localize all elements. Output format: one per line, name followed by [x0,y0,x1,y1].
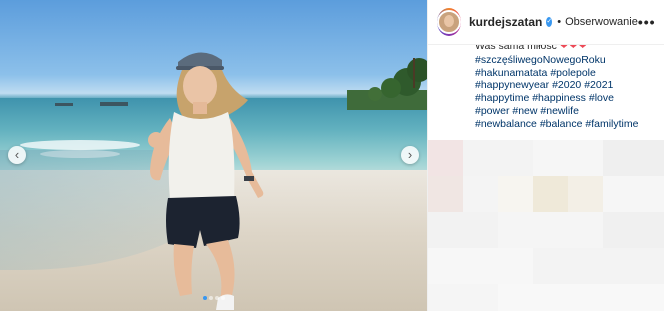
carousel-dots [0,287,427,305]
hashtag-line: #newbalance #balance #familytime [475,118,660,131]
hashtag-link[interactable]: #2020 [552,79,581,91]
hashtag-link[interactable]: #2021 [584,79,613,91]
hashtag-line: #happytime #happiness #love [475,92,660,105]
carousel-dot [214,296,219,300]
hashtag-line: #power #new #newlife [475,105,660,118]
hashtag-link[interactable]: #szczęśliwegoNowegoRoku [475,54,606,66]
more-options-icon[interactable]: ••• [638,14,656,30]
post-photo[interactable]: ‹ › [0,0,427,311]
hashtag-link[interactable]: #polepole [550,67,596,79]
next-image-button[interactable]: › [401,146,419,164]
carousel-dot [208,296,213,300]
hashtag-line: #szczęśliwegoNowegoRoku [475,54,660,67]
running-woman [148,52,264,310]
hashtag-list: #szczęśliwegoNowegoRoku #hakunamatata #po… [475,54,660,131]
separator-dot: • [557,16,562,28]
post-sidebar: kurdejszatan ✓ • Obserwowanie ••• Was sa… [427,0,664,311]
palm-trees [347,58,427,110]
hashtag-link[interactable]: #happiness [532,92,586,104]
hashtag-link[interactable]: #hakunamatata [475,67,547,79]
hashtag-link[interactable]: #new [512,105,537,117]
carousel-dot [202,296,207,300]
hashtag-link[interactable]: #power [475,105,509,117]
post-header: kurdejszatan ✓ • Obserwowanie ••• [428,0,664,45]
hashtag-link[interactable]: #newbalance [475,118,537,130]
hashtag-link[interactable]: #balance [540,118,583,130]
hashtag-link[interactable]: #newlife [540,105,579,117]
avatar[interactable] [437,8,461,36]
following-button[interactable]: Obserwowanie [565,16,638,28]
hashtag-link[interactable]: #love [589,92,614,104]
post-caption: Was sama miłość ❤❤❤ #szczęśliwegoNowegoR… [475,40,660,131]
username-link[interactable]: kurdejszatan [469,15,542,29]
hashtag-link[interactable]: #happytime [475,92,529,104]
avatar-image [437,10,461,34]
previous-image-button[interactable]: ‹ [8,146,26,164]
hashtag-line: #hakunamatata #polepole [475,67,660,80]
hashtag-link[interactable]: #happynewyear [475,79,549,91]
wave-foam [20,140,140,150]
hashtag-link[interactable]: #familytime [585,118,638,130]
carousel-dot [220,296,225,300]
blurred-comments [428,140,664,311]
hashtag-line: #happynewyear #2020 #2021 [475,79,660,92]
verified-badge-icon: ✓ [546,17,553,27]
